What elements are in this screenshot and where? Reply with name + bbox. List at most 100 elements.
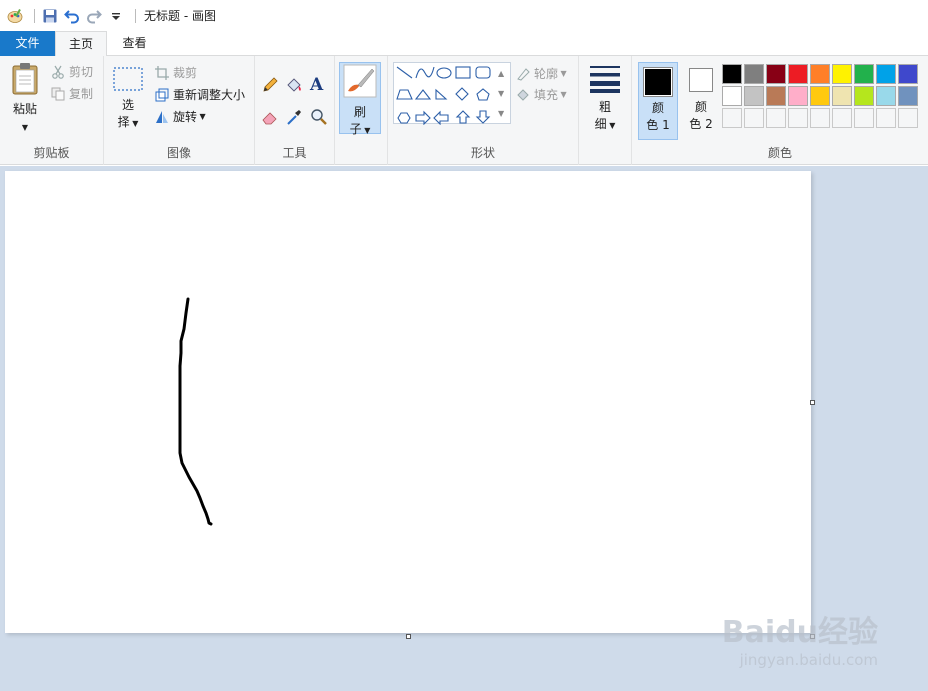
palette-color-swatch[interactable] (766, 86, 786, 106)
fill-icon (515, 87, 531, 103)
brushes-button[interactable]: 刷 子 ▼ (339, 62, 381, 136)
outline-button[interactable]: 轮廓 ▼ (515, 65, 567, 82)
paint-app-icon[interactable] (6, 7, 24, 25)
tab-file[interactable]: 文件 (0, 31, 55, 56)
palette-custom-slot[interactable] (832, 108, 852, 128)
palette-color-swatch[interactable] (766, 64, 786, 84)
palette-color-swatch[interactable] (810, 64, 830, 84)
rotate-icon (154, 109, 170, 125)
palette-custom-slot[interactable] (744, 108, 764, 128)
palette-color-swatch[interactable] (744, 86, 764, 106)
palette-color-swatch[interactable] (898, 86, 918, 106)
color2-label-2: 色 2 (689, 117, 713, 131)
palette-color-swatch[interactable] (832, 86, 852, 106)
shapes-more-icon[interactable]: ▼ (498, 104, 504, 124)
shapes-scroll[interactable]: ▲ ▼ ▼ (498, 64, 504, 124)
qa-separator (34, 8, 35, 23)
color2-button[interactable]: 颜 色 2 (681, 62, 721, 140)
shapes-scroll-up-icon[interactable]: ▲ (498, 64, 504, 84)
drawn-stroke (178, 297, 213, 526)
brushes-group: 刷 子 ▼ (335, 56, 388, 165)
brushes-dropdown-icon[interactable]: ▼ (362, 126, 370, 135)
palette-color-swatch[interactable] (898, 64, 918, 84)
fill-bucket-icon[interactable] (285, 76, 303, 97)
size-button[interactable]: 粗 细 ▼ (585, 64, 625, 134)
fill-dropdown-icon[interactable]: ▼ (558, 90, 567, 99)
shapes-scroll-down-icon[interactable]: ▼ (498, 84, 504, 104)
window-title: 无标题 - 画图 (144, 9, 216, 23)
tools-group-label: 工具 (282, 146, 307, 160)
clipboard-group: 粘贴 ▼ 剪切 复制 剪贴板 (0, 56, 104, 165)
customize-qa-icon[interactable] (107, 7, 125, 25)
select-button[interactable]: 选 择 ▼ (110, 66, 146, 132)
outline-icon (515, 66, 531, 82)
rotate-button[interactable]: 旋转 ▼ (154, 108, 206, 125)
save-icon[interactable] (41, 7, 59, 25)
title-bar: 无标题 - 画图 (0, 0, 928, 31)
brushes-label-2: 子 (349, 122, 362, 136)
resize-handle-right[interactable] (810, 400, 815, 405)
quick-access-toolbar (0, 0, 142, 31)
select-dropdown-icon[interactable]: ▼ (130, 119, 138, 128)
cut-button[interactable]: 剪切 (50, 63, 93, 80)
crop-label: 裁剪 (173, 66, 198, 80)
watermark-url: jingyan.baidu.com (739, 651, 878, 669)
color1-swatch (645, 69, 671, 95)
palette-color-swatch[interactable] (788, 64, 808, 84)
fill-label: 填充 (534, 88, 559, 102)
size-group: 粗 细 ▼ (579, 56, 632, 165)
rotate-dropdown-icon[interactable]: ▼ (197, 112, 206, 121)
palette-custom-slot[interactable] (788, 108, 808, 128)
color-picker-icon[interactable] (285, 108, 303, 129)
palette-custom-slot[interactable] (766, 108, 786, 128)
palette-color-swatch[interactable] (788, 86, 808, 106)
size-dropdown-icon[interactable]: ▼ (607, 121, 615, 130)
palette-color-swatch[interactable] (810, 86, 830, 106)
text-tool-icon[interactable]: A (310, 75, 323, 95)
resize-label: 重新调整大小 (173, 88, 246, 102)
paste-dropdown-icon[interactable]: ▼ (22, 123, 28, 132)
pencil-icon[interactable] (261, 76, 279, 97)
palette-color-swatch[interactable] (876, 86, 896, 106)
crop-button[interactable]: 裁剪 (154, 64, 197, 81)
palette-custom-slot[interactable] (898, 108, 918, 128)
copy-button[interactable]: 复制 (50, 85, 93, 102)
outline-dropdown-icon[interactable]: ▼ (558, 69, 567, 78)
cut-label: 剪切 (69, 65, 94, 79)
copy-icon (50, 86, 66, 102)
palette-custom-slot[interactable] (854, 108, 874, 128)
select-label-1: 选 (121, 98, 134, 112)
undo-icon[interactable] (63, 7, 81, 25)
resize-button[interactable]: 重新调整大小 (154, 86, 245, 103)
color1-label-1: 颜 (651, 101, 664, 115)
eraser-icon[interactable] (261, 108, 279, 129)
magnifier-icon[interactable] (310, 108, 328, 129)
palette-color-swatch[interactable] (744, 64, 764, 84)
brushes-label-1: 刷 (353, 105, 366, 119)
image-group-label: 图像 (166, 146, 191, 160)
palette-color-swatch[interactable] (722, 86, 742, 106)
color2-label-1: 颜 (694, 100, 707, 114)
ribbon-tabs: 文件 主页 查看 (0, 31, 928, 57)
palette-color-swatch[interactable] (854, 64, 874, 84)
drawing-canvas[interactable] (5, 171, 811, 633)
palette-custom-slot[interactable] (876, 108, 896, 128)
color1-button[interactable]: 颜 色 1 (638, 62, 678, 140)
paste-button[interactable]: 粘贴 ▼ (6, 62, 44, 136)
palette-custom-slot[interactable] (722, 108, 742, 128)
palette-custom-slot[interactable] (810, 108, 830, 128)
palette-color-swatch[interactable] (854, 86, 874, 106)
clipboard-icon (12, 63, 38, 95)
resize-handle-bottom[interactable] (406, 634, 411, 639)
shapes-gallery-icons[interactable] (394, 63, 512, 126)
palette-color-swatch[interactable] (876, 64, 896, 84)
redo-icon[interactable] (85, 7, 103, 25)
copy-label: 复制 (69, 87, 94, 101)
tab-home[interactable]: 主页 (55, 31, 107, 57)
tab-view[interactable]: 查看 (107, 31, 162, 56)
color2-swatch (691, 70, 711, 90)
palette-color-swatch[interactable] (722, 64, 742, 84)
colors-group-label: 颜色 (767, 146, 792, 160)
palette-color-swatch[interactable] (832, 64, 852, 84)
fill-button[interactable]: 填充 ▼ (515, 86, 567, 103)
